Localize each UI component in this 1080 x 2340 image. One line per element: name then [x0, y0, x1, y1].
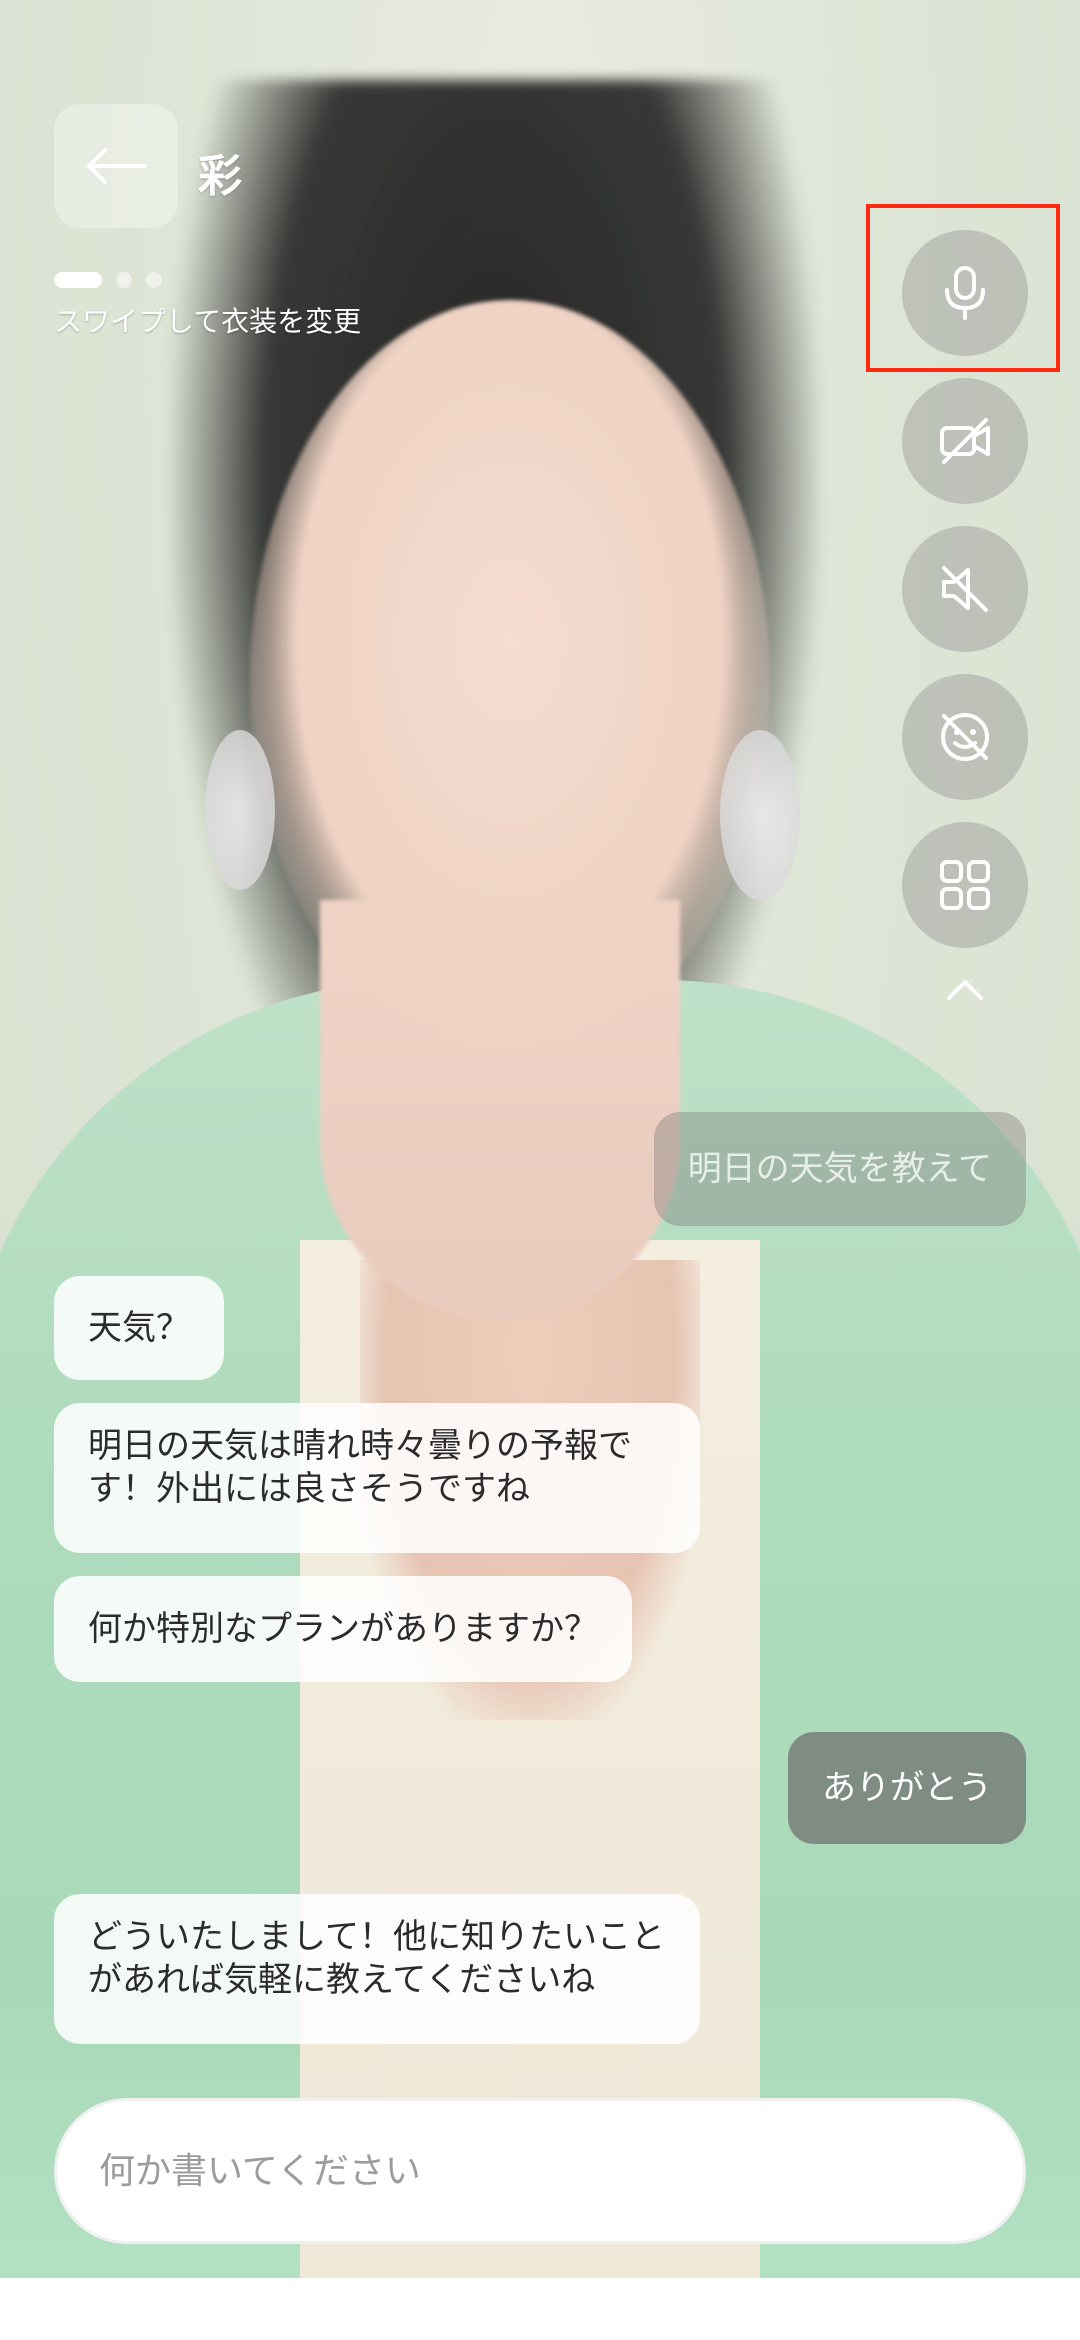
background-earring-left — [205, 730, 275, 890]
speaker-muted-icon — [942, 566, 988, 612]
emoji-off-icon — [941, 713, 989, 761]
message-input[interactable] — [97, 2149, 983, 2193]
user-message: 明日の天気を教えて — [653, 1112, 1026, 1226]
user-message: ありがとう — [788, 1732, 1026, 1844]
grid-icon — [940, 860, 990, 910]
swipe-hint: スワイプして衣装を変更 — [54, 305, 362, 338]
microphone-icon — [945, 266, 985, 320]
microphone-button[interactable] — [902, 230, 1028, 356]
right-controls — [902, 230, 1028, 1010]
chat-screen: 彩 スワイプして衣装を変更 明日の天気を教えて 天気？ 明日の天気は晴れ時々曇り… — [0, 0, 1080, 2340]
outfit-page-indicator — [54, 272, 162, 288]
character-name: 彩 — [198, 151, 242, 202]
back-button[interactable] — [54, 104, 178, 228]
message-input-container[interactable] — [54, 2098, 1026, 2244]
page-dot — [146, 272, 162, 288]
collapse-controls-button[interactable] — [935, 970, 995, 1010]
arrow-left-icon — [87, 148, 147, 184]
bot-message: どういたしまして！他に知りたいことがあれば気軽に教えてくださいね — [54, 1894, 700, 2044]
bottom-safe-area — [0, 2278, 1080, 2340]
chevron-up-icon — [947, 980, 983, 1000]
page-dot-active — [54, 272, 102, 288]
menu-grid-button[interactable] — [902, 822, 1028, 948]
background-earring-right — [720, 730, 800, 900]
bot-message: 天気？ — [54, 1276, 224, 1380]
speaker-mute-button[interactable] — [902, 526, 1028, 652]
background-face — [250, 300, 770, 1060]
page-dot — [116, 272, 132, 288]
camera-off-icon — [940, 418, 990, 464]
bot-message: 何か特別なプランがありますか？ — [54, 1576, 632, 1682]
emoji-off-button[interactable] — [902, 674, 1028, 800]
bot-message: 明日の天気は晴れ時々曇りの予報です！外出には良さそうですね — [54, 1403, 700, 1553]
camera-off-button[interactable] — [902, 378, 1028, 504]
